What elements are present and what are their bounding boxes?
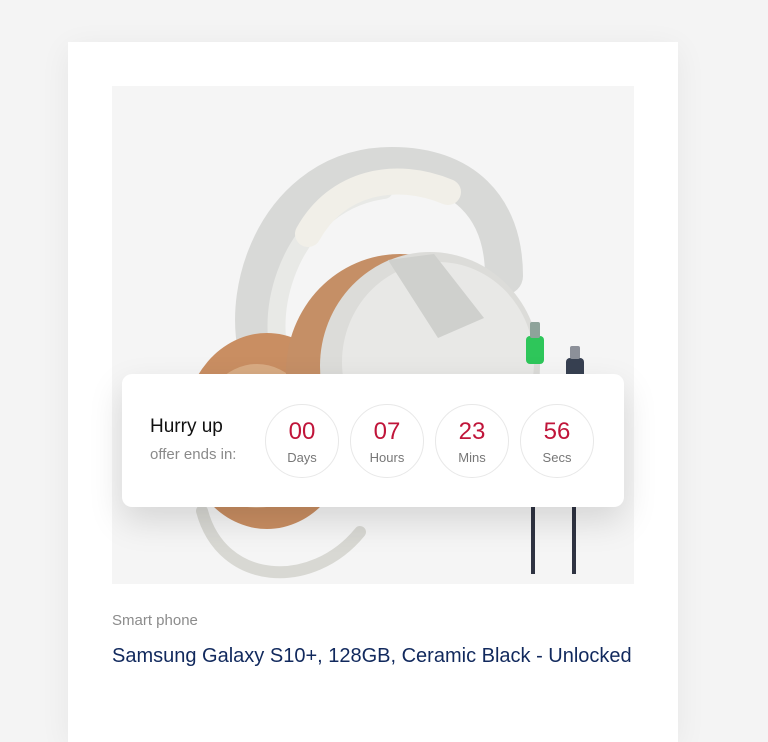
product-image-area[interactable] [112,86,634,584]
days-value: 00 [288,418,316,445]
days-label: Days [287,450,317,465]
countdown-title: Hurry up [150,416,223,437]
secs-label: Secs [542,450,572,465]
secs-value: 56 [543,418,571,445]
countdown-hours: 07 Hours [350,404,424,478]
countdown-secs: 56 Secs [520,404,594,478]
countdown-mins: 23 Mins [435,404,509,478]
product-title-link[interactable]: Samsung Galaxy S10+, 128GB, Ceramic Blac… [112,641,632,672]
countdown-days: 00 Days [265,404,339,478]
countdown-panel: Hurry up offer ends in: 00 Days 07 Hours… [122,374,624,507]
hours-label: Hours [369,450,405,465]
product-card[interactable]: Hurry up offer ends in: 00 Days 07 Hours… [68,42,678,742]
headphones-product-image [183,146,584,579]
mins-value: 23 [458,418,486,445]
product-category: Smart phone [112,612,198,629]
mins-label: Mins [458,450,486,465]
countdown-subtitle: offer ends in: [150,446,237,463]
hours-value: 07 [373,418,401,445]
